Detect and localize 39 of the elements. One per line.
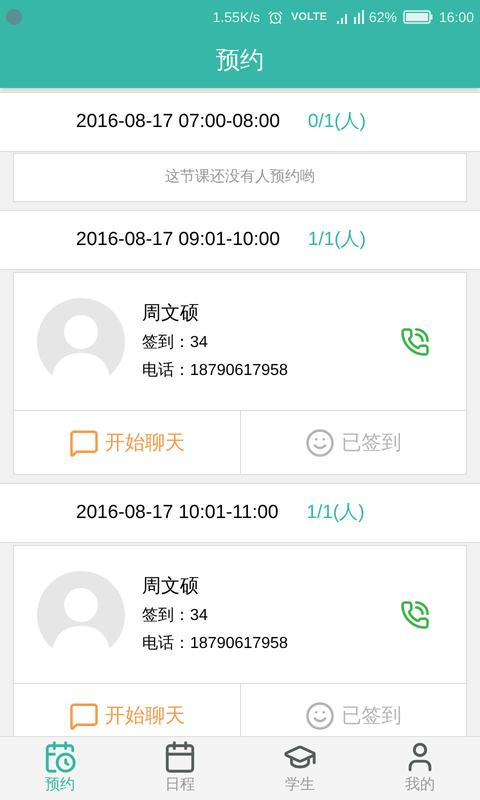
clock-time: 16:00 [438,8,474,26]
empty-message: 这节课还没有人预约哟 [165,167,315,188]
network-type: VOLTE [291,10,327,25]
student-name: 周文硕 [142,302,200,326]
chat-bubble-icon [68,700,99,730]
start-chat-button[interactable]: 开始聊天 [14,411,240,474]
nav-tab[interactable]: 我的 [360,737,480,800]
nav-tab[interactable]: 学生 [240,737,360,800]
page-title: 预约 [216,46,264,76]
smiley-icon [305,700,336,730]
avatar-icon [34,570,128,658]
phone-number: 电话：18790617958 [142,360,289,380]
signed-in-button[interactable]: 已签到 [240,684,466,736]
checkin-count: 签到：34 [142,332,209,352]
avatar-icon [34,298,128,386]
chat-bubble-icon [68,428,99,458]
slot-time: 2016-08-17 10:01-11:00 [76,500,278,525]
phone-call-icon[interactable] [400,600,430,630]
alarm-icon [268,10,284,24]
signed-in-button[interactable]: 已签到 [240,411,466,474]
signal-icon [334,9,365,25]
calendar-clock-icon [43,740,77,774]
slot-time: 2016-08-17 07:00-08:00 [76,110,280,134]
phone-call-icon[interactable] [400,326,430,356]
notification-icon [6,9,22,25]
network-speed: 1.55K/s [212,8,260,26]
nav-tab[interactable]: 日程 [120,737,240,800]
booking-count: 0/1(人) [308,110,366,134]
calendar-icon [163,740,197,774]
smiley-icon [305,428,336,458]
booking-count: 1/1(人) [306,500,365,525]
nav-tab[interactable]: 预约 [0,737,120,800]
student-name: 周文硕 [142,574,200,598]
phone-number: 电话：18790617958 [142,634,289,654]
slot-time: 2016-08-17 09:01-10:00 [76,228,280,252]
battery-percent: 62% [368,8,397,26]
booking-count: 1/1(人) [308,228,366,252]
checkin-count: 签到：34 [142,606,209,626]
battery-icon [402,10,433,24]
